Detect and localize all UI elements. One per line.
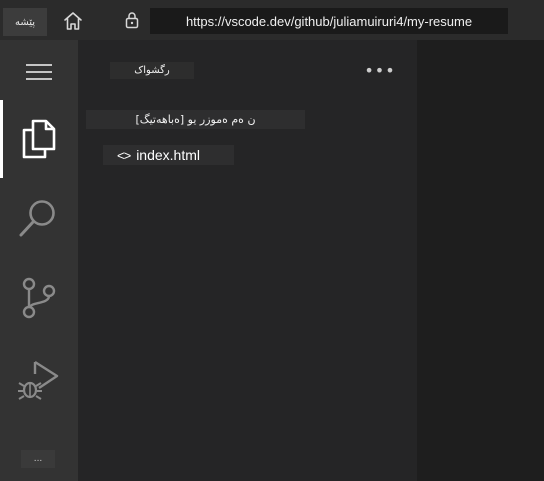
browser-toolbar: پێشه https://vscode.dev/github/juliamuir… — [0, 0, 544, 40]
address-bar[interactable]: https://vscode.dev/github/juliamuiruri4/… — [150, 8, 508, 34]
file-name-label: index.html — [136, 147, 200, 163]
browser-tab[interactable]: پێشه — [3, 8, 47, 36]
hamburger-menu-icon[interactable] — [0, 52, 78, 92]
files-icon[interactable] — [0, 100, 78, 178]
html-file-icon: <> — [117, 147, 131, 163]
file-item-index-html[interactable]: <> index.html — [103, 145, 234, 165]
source-control-icon[interactable] — [0, 258, 78, 338]
home-icon[interactable] — [60, 10, 86, 32]
explorer-sidebar — [78, 40, 417, 481]
lock-icon — [121, 9, 143, 31]
workspace-section-header[interactable]: [ەباهەتیگ] ن ەم ەموزر یو — [86, 110, 305, 129]
activity-bar-more-button[interactable]: ... — [21, 450, 55, 468]
run-debug-icon[interactable] — [0, 340, 78, 420]
sidebar-title: رگشواک — [110, 62, 194, 79]
more-actions-button[interactable]: ••• — [364, 60, 394, 80]
activity-bar — [0, 40, 78, 481]
editor-area[interactable] — [417, 40, 544, 481]
search-icon[interactable] — [0, 178, 78, 258]
